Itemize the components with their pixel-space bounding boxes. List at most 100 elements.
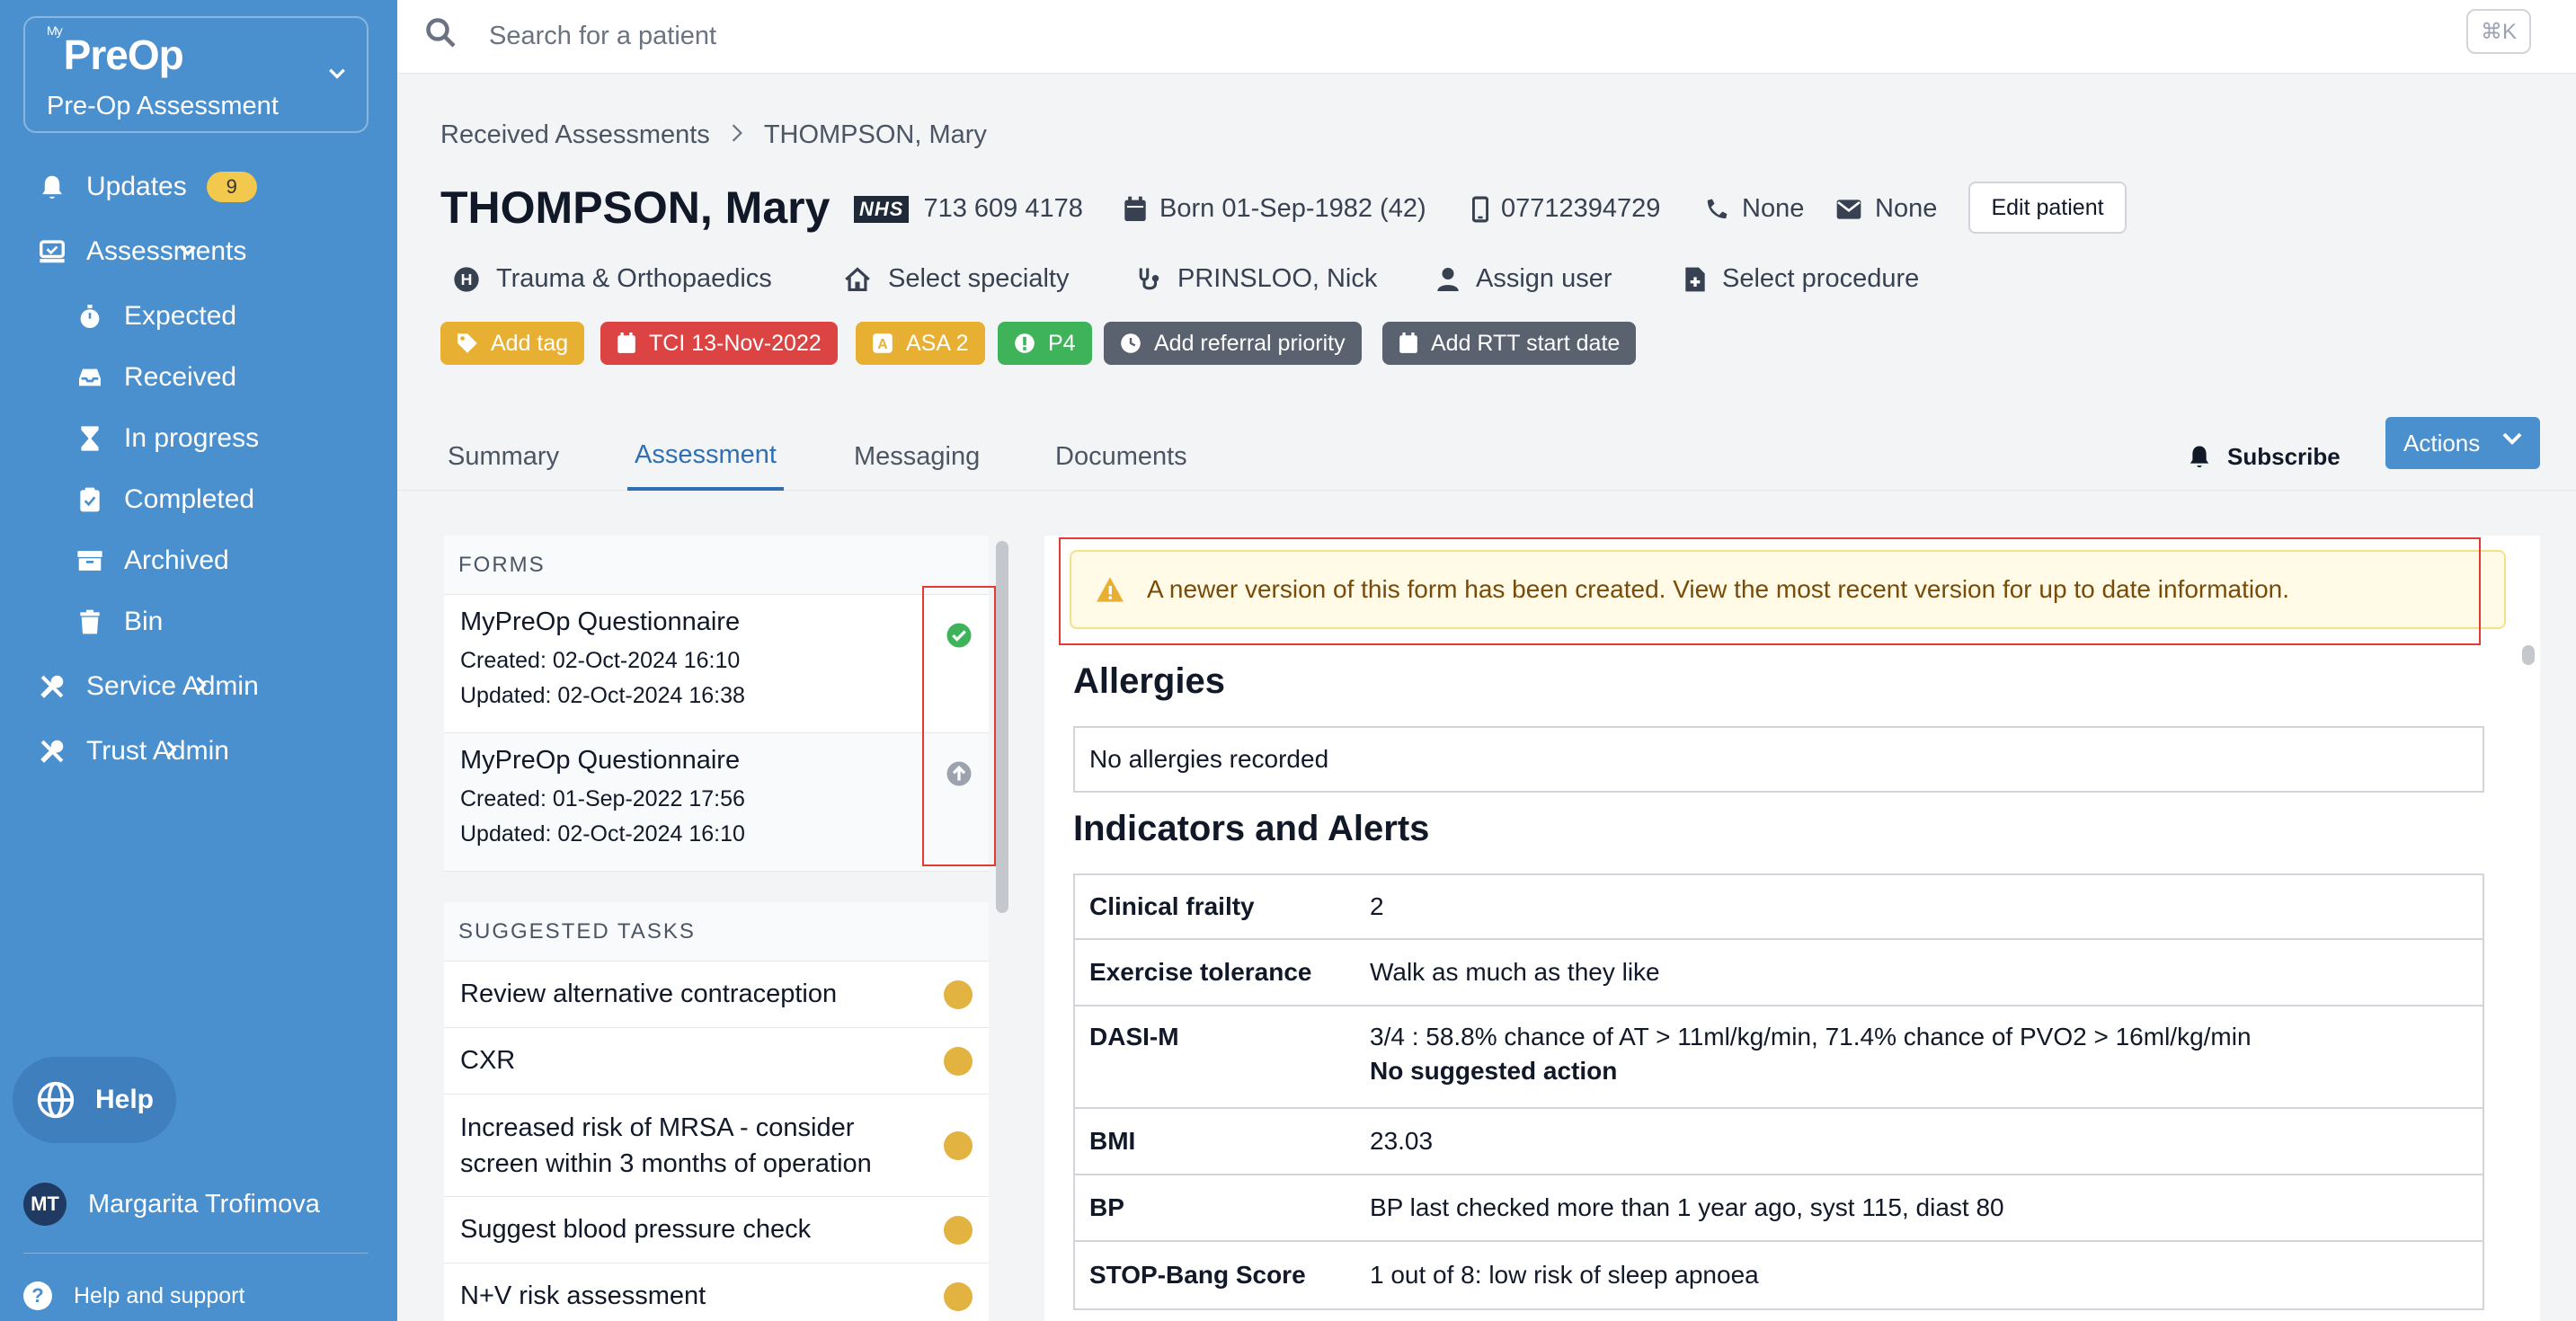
indicator-key: Exercise tolerance bbox=[1089, 958, 1312, 986]
nav-bin-label: Bin bbox=[124, 607, 164, 636]
specialty-label: Select specialty bbox=[888, 264, 1070, 293]
rtt-label: Add RTT start date bbox=[1431, 330, 1621, 356]
nav-trust-admin[interactable]: Trust Admin bbox=[36, 726, 229, 776]
bell-icon bbox=[36, 171, 68, 203]
dasi-value: 3/4 : 58.8% chance of AT > 11ml/kg/min, … bbox=[1370, 1023, 2252, 1051]
task-item[interactable]: Review alternative contraception bbox=[444, 962, 989, 1028]
sidebar-divider bbox=[23, 1253, 369, 1254]
form-created: Created: 01-Sep-2022 17:56 bbox=[460, 786, 745, 811]
assign-user[interactable]: Assign user bbox=[1436, 264, 1612, 294]
tab-summary[interactable]: Summary bbox=[448, 422, 559, 491]
department-label: Trauma & Orthopaedics bbox=[496, 264, 772, 293]
nav-archived[interactable]: Archived bbox=[74, 536, 229, 586]
tools-icon bbox=[36, 735, 68, 767]
forms-scrollbar[interactable] bbox=[996, 541, 1008, 913]
status-dot bbox=[944, 980, 973, 1009]
content-scrollbar[interactable] bbox=[2522, 645, 2535, 665]
table-row: BP BP last checked more than 1 year ago,… bbox=[1075, 1175, 2483, 1242]
phone-number: None bbox=[1704, 194, 1804, 224]
user-menu[interactable]: MT Margarita Trofimova bbox=[23, 1183, 320, 1226]
table-row: Clinical frailty 2 bbox=[1075, 875, 2483, 940]
alert-highlight bbox=[1059, 537, 2481, 645]
indicator-key: STOP-Bang Score bbox=[1089, 1261, 1306, 1289]
nav-received[interactable]: Received bbox=[74, 352, 236, 403]
department[interactable]: H Trauma & Orthopaedics bbox=[453, 264, 772, 294]
file-medical-icon bbox=[1685, 267, 1705, 291]
task-label-line2: screen within 3 months of operation bbox=[460, 1148, 872, 1178]
task-item[interactable]: CXR bbox=[444, 1028, 989, 1095]
service-switcher[interactable]: MyPreOp Pre-Op Assessment bbox=[23, 16, 369, 133]
status-dot bbox=[944, 1046, 973, 1076]
trash-icon bbox=[74, 606, 106, 638]
priority-badge[interactable]: P4 bbox=[998, 322, 1092, 365]
nav-updates-label: Updates bbox=[86, 172, 187, 201]
specialty-select[interactable]: Select specialty bbox=[843, 264, 1070, 294]
form-item[interactable]: MyPreOp Questionnaire Created: 01-Sep-20… bbox=[444, 733, 989, 872]
mobile-number: 07712394729 bbox=[1472, 194, 1660, 224]
breadcrumb-current: THOMPSON, Mary bbox=[763, 120, 987, 149]
date-of-birth: Born 01-Sep-1982 (42) bbox=[1124, 194, 1426, 224]
hourglass-icon bbox=[74, 422, 106, 455]
subscribe-label: Subscribe bbox=[2227, 442, 2341, 470]
task-item[interactable]: N+V risk assessment bbox=[444, 1263, 989, 1321]
task-item[interactable]: Increased risk of MRSA - consider screen… bbox=[444, 1095, 989, 1197]
tab-documents[interactable]: Documents bbox=[1055, 422, 1187, 491]
tray-icon bbox=[74, 361, 106, 394]
indicator-value: 23.03 bbox=[1370, 1127, 1434, 1155]
subscribe-button[interactable]: Subscribe bbox=[2188, 422, 2341, 491]
tci-label: TCI 13-Nov-2022 bbox=[649, 330, 822, 356]
task-item[interactable]: Suggest blood pressure check bbox=[444, 1197, 989, 1263]
search-input[interactable] bbox=[487, 13, 2285, 59]
task-label: Increased risk of MRSA - consider bbox=[460, 1113, 855, 1142]
form-item[interactable]: MyPreOp Questionnaire Created: 02-Oct-20… bbox=[444, 595, 989, 733]
nhs-number: NHS 713 609 4178 bbox=[854, 194, 1083, 224]
forms-panel: FORMS MyPreOp Questionnaire Created: 02-… bbox=[444, 536, 989, 1321]
tci-date-badge[interactable]: TCI 13-Nov-2022 bbox=[600, 322, 838, 365]
nav-completed[interactable]: Completed bbox=[74, 474, 254, 525]
calendar-icon bbox=[617, 332, 635, 353]
add-tag-button[interactable]: Add tag bbox=[440, 322, 585, 365]
breadcrumb-parent-link[interactable]: Received Assessments bbox=[440, 120, 710, 150]
help-and-support-label: Help and support bbox=[74, 1282, 245, 1308]
table-row: STOP-Bang Score 1 out of 8: low risk of … bbox=[1075, 1242, 2483, 1308]
chevron-right-icon bbox=[730, 120, 744, 150]
nav-bin[interactable]: Bin bbox=[74, 597, 163, 647]
tag-icon bbox=[457, 333, 477, 353]
assign-user-label: Assign user bbox=[1476, 264, 1612, 293]
edit-patient-button[interactable]: Edit patient bbox=[1968, 182, 2127, 234]
tab-assessment[interactable]: Assessment bbox=[627, 422, 784, 491]
tab-messaging[interactable]: Messaging bbox=[854, 422, 980, 491]
table-row: BMI 23.03 bbox=[1075, 1109, 2483, 1175]
app-logo: MyPreOp bbox=[47, 22, 184, 78]
nav-service-admin[interactable]: Service Admin bbox=[36, 661, 259, 712]
chevron-right-icon bbox=[191, 672, 210, 701]
archive-box-icon bbox=[74, 545, 106, 577]
add-tag-label: Add tag bbox=[491, 330, 569, 356]
actions-dropdown[interactable]: Actions bbox=[2385, 417, 2540, 469]
task-label: Suggest blood pressure check bbox=[460, 1215, 812, 1244]
nav-updates[interactable]: Updates 9 bbox=[36, 162, 257, 212]
suggested-tasks-heading: SUGGESTED TASKS bbox=[444, 902, 989, 962]
asa-badge[interactable]: A ASA 2 bbox=[856, 322, 985, 365]
nav-received-label: Received bbox=[124, 362, 237, 392]
add-rtt-start-date-button[interactable]: Add RTT start date bbox=[1382, 322, 1637, 365]
svg-text:A: A bbox=[877, 337, 887, 352]
nav-assessments[interactable]: Assessments bbox=[36, 226, 246, 277]
form-created: Created: 02-Oct-2024 16:10 bbox=[460, 648, 741, 673]
nav-in-progress[interactable]: In progress bbox=[74, 413, 259, 464]
indicator-key: BP bbox=[1089, 1193, 1124, 1221]
nav-expected-label: Expected bbox=[124, 301, 237, 331]
chevron-down-icon bbox=[178, 237, 198, 266]
nav-completed-label: Completed bbox=[124, 484, 255, 514]
search-shortcut: ⌘K bbox=[2466, 9, 2531, 54]
help-button[interactable]: Help bbox=[13, 1057, 176, 1143]
svg-text:H: H bbox=[461, 270, 473, 288]
nav-expected[interactable]: Expected bbox=[74, 291, 236, 341]
nhs-logo: NHS bbox=[854, 195, 910, 223]
help-and-support-link[interactable]: ? Help and support bbox=[23, 1281, 244, 1310]
bell-icon bbox=[2190, 446, 2209, 468]
procedure-select[interactable]: Select procedure bbox=[1684, 264, 1919, 294]
clinician[interactable]: PRINSLOO, Nick bbox=[1136, 264, 1377, 294]
indicators-heading: Indicators and Alerts bbox=[1073, 809, 1430, 848]
add-referral-priority-button[interactable]: Add referral priority bbox=[1104, 322, 1362, 365]
